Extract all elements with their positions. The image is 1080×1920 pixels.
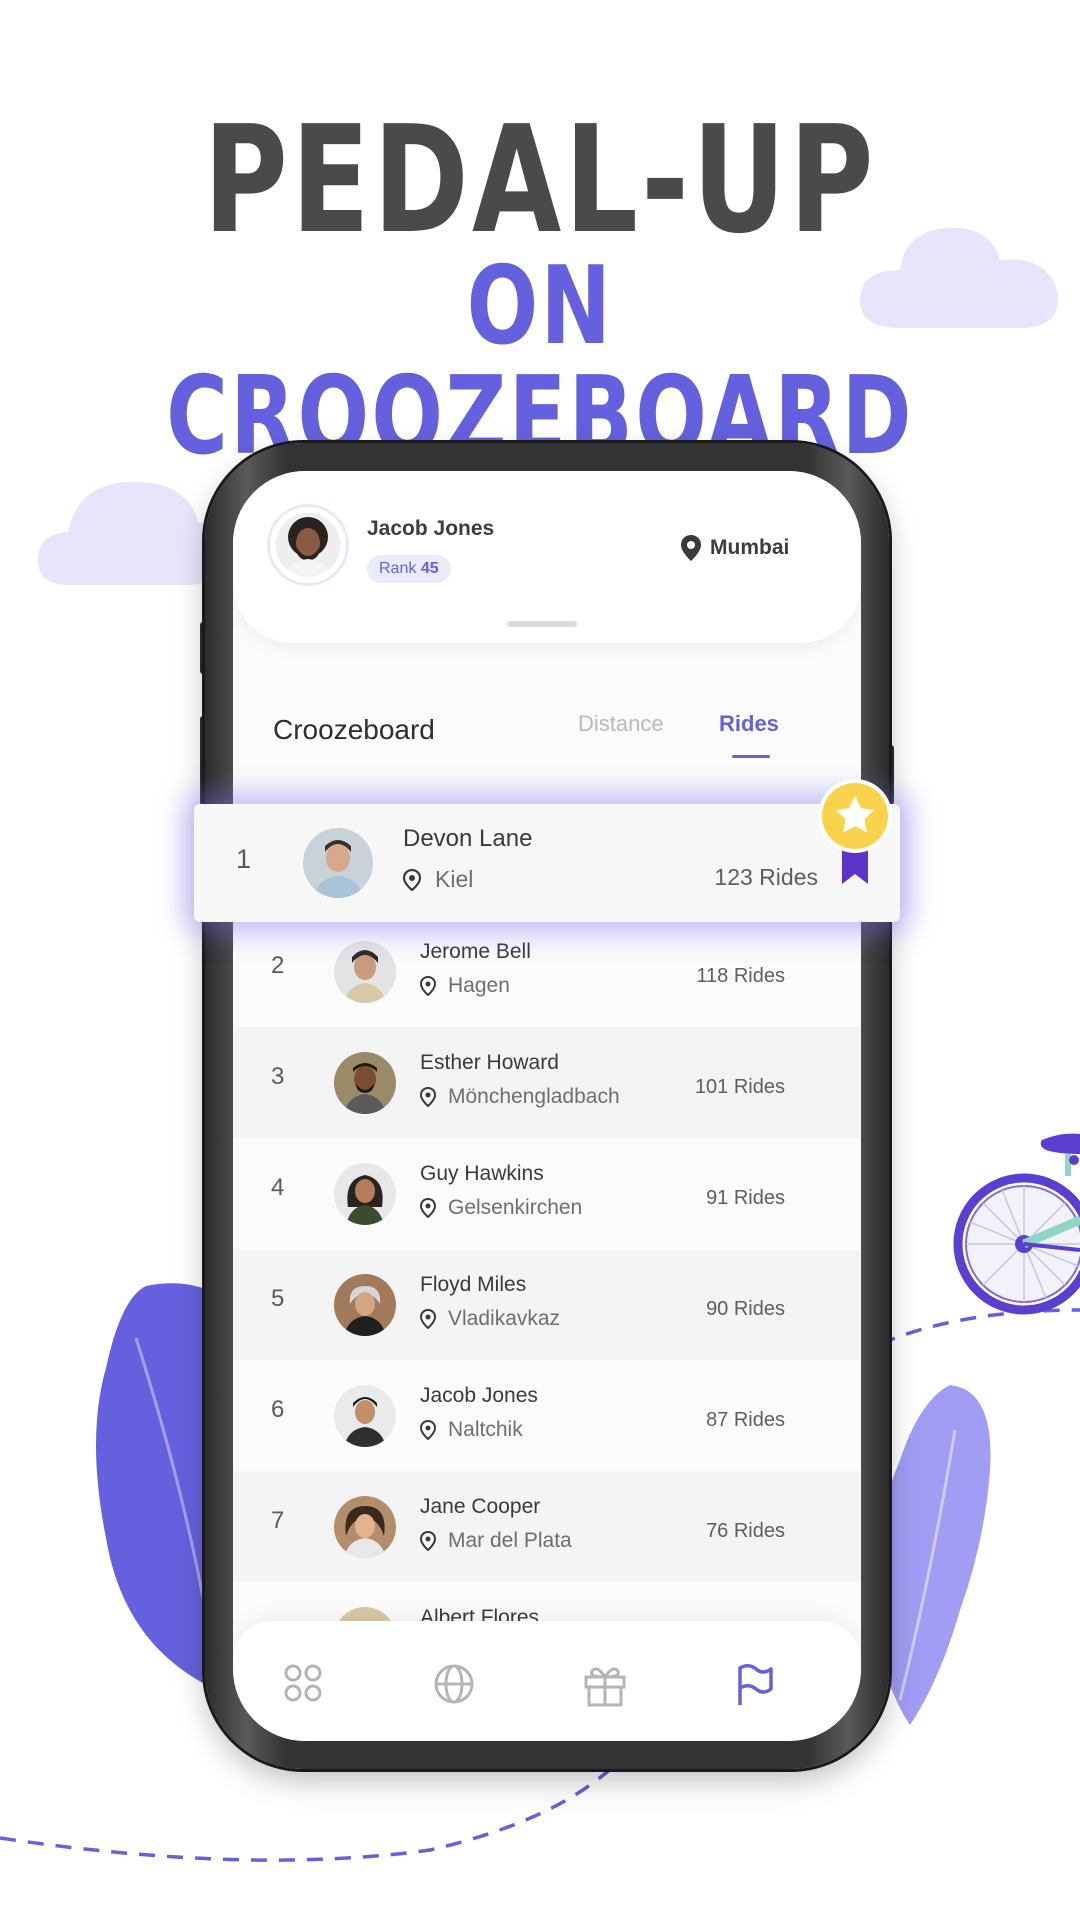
- row-location: Naltchik: [420, 1418, 523, 1442]
- leaderboard-row[interactable]: 3 Esther Howard Mönchengladbach 101 Ride…: [233, 1027, 861, 1138]
- cloud-left: [38, 481, 218, 585]
- tab-rides[interactable]: Rides: [719, 711, 779, 737]
- star-medal-icon: [818, 779, 892, 884]
- profile-avatar[interactable]: [267, 504, 349, 586]
- row-rides: 118 Rides: [696, 965, 785, 987]
- leaderboard-row[interactable]: 2 Jerome Bell Hagen 118 Rides: [233, 916, 861, 1027]
- headline-title: PEDAL-UP: [203, 94, 877, 266]
- board-title: Croozeboard: [273, 714, 435, 745]
- row-location-label: Mönchengladbach: [448, 1085, 620, 1108]
- leader-name: Devon Lane: [403, 825, 533, 852]
- row-location: Gelsenkirchen: [420, 1196, 582, 1220]
- city-label: Mumbai: [710, 536, 790, 559]
- row-name: Floyd Miles: [420, 1273, 527, 1296]
- row-location: Vladikavkaz: [420, 1307, 560, 1331]
- bottom-navigation: [233, 1621, 861, 1741]
- user-avatar: [276, 513, 340, 577]
- row-name: Guy Hawkins: [420, 1162, 544, 1185]
- location-pin-icon: [420, 1198, 436, 1218]
- row-name: Esther Howard: [420, 1051, 559, 1074]
- user-avatar: [334, 1385, 396, 1447]
- row-location-label: Naltchik: [448, 1418, 523, 1441]
- row-rank: 4: [271, 1174, 285, 1201]
- location-pin-icon: [420, 976, 436, 996]
- bicycle-illustration: [953, 1133, 1080, 1315]
- profile-name: Jacob Jones: [367, 517, 495, 540]
- gift-icon[interactable]: [583, 1663, 627, 1712]
- row-rides: 91 Rides: [706, 1187, 785, 1209]
- tab-distance[interactable]: Distance: [578, 711, 664, 737]
- leaf-right: [874, 1385, 991, 1725]
- globe-icon[interactable]: [433, 1663, 475, 1710]
- apps-grid-icon[interactable]: [283, 1663, 323, 1708]
- tab-active-indicator: [732, 755, 770, 758]
- row-rides: 90 Rides: [706, 1298, 785, 1320]
- location-pin-icon: [420, 1420, 436, 1440]
- row-rank: 6: [271, 1396, 285, 1423]
- location-pin-icon: [420, 1087, 436, 1107]
- leaderboard-row[interactable]: 7 Jane Cooper Mar del Plata 76 Rides: [233, 1471, 861, 1582]
- headline-subtitle: ON CROOZEBOARD: [166, 244, 914, 479]
- row-rank: 7: [271, 1507, 285, 1534]
- rank-value: 45: [420, 560, 439, 577]
- leader-location-label: Kiel: [435, 866, 474, 892]
- row-location-label: Gelsenkirchen: [448, 1196, 583, 1219]
- location-pin-icon: [420, 1531, 436, 1551]
- rank-label: Rank: [379, 560, 417, 577]
- user-avatar: [334, 1496, 396, 1558]
- row-location: Mönchengladbach: [420, 1085, 620, 1109]
- user-avatar: [334, 1163, 396, 1225]
- row-rides: 101 Rides: [694, 1076, 785, 1098]
- location-pin-icon: [681, 535, 701, 561]
- row-name: Jane Cooper: [420, 1495, 541, 1518]
- row-location: Mar del Plata: [420, 1529, 572, 1553]
- user-avatar: [334, 1052, 396, 1114]
- leader-card[interactable]: 1 Devon Lane Kiel 123 Rides: [194, 804, 900, 922]
- location-pin-icon: [403, 868, 421, 891]
- row-location-label: Mar del Plata: [448, 1529, 572, 1552]
- user-avatar: [334, 941, 396, 1003]
- user-avatar: [334, 1274, 396, 1336]
- flag-icon[interactable]: [735, 1663, 775, 1712]
- row-location: Hagen: [420, 974, 510, 998]
- location-pin-icon: [420, 1309, 436, 1329]
- profile-card[interactable]: Jacob Jones Rank 45 Mumbai: [233, 471, 861, 643]
- row-name: Jerome Bell: [420, 940, 531, 963]
- app-screen: Jacob Jones Rank 45 Mumbai Croozeboard D…: [233, 471, 861, 1741]
- leader-location: Kiel: [403, 866, 473, 893]
- user-avatar: [303, 828, 373, 898]
- leaderboard-row[interactable]: 4 Guy Hawkins Gelsenkirchen 91 Rides: [233, 1138, 861, 1249]
- row-rank: 3: [271, 1063, 285, 1090]
- city-selector[interactable]: Mumbai: [680, 534, 789, 562]
- leader-rides: 123 Rides: [714, 864, 818, 890]
- leaderboard-row[interactable]: 5 Floyd Miles Vladikavkaz 90 Rides: [233, 1249, 861, 1360]
- drag-handle[interactable]: [507, 621, 577, 627]
- rank-badge: Rank 45: [367, 555, 451, 583]
- leader-rank: 1: [236, 844, 252, 874]
- row-name: Jacob Jones: [420, 1384, 538, 1407]
- row-location-label: Vladikavkaz: [448, 1307, 561, 1330]
- row-rides: 76 Rides: [706, 1520, 785, 1542]
- row-rank: 2: [271, 952, 285, 979]
- row-location-label: Hagen: [448, 974, 510, 997]
- row-rides: 87 Rides: [706, 1409, 785, 1431]
- row-rank: 5: [271, 1285, 285, 1312]
- leaderboard-row[interactable]: 6 Jacob Jones Naltchik 87 Rides: [233, 1360, 861, 1471]
